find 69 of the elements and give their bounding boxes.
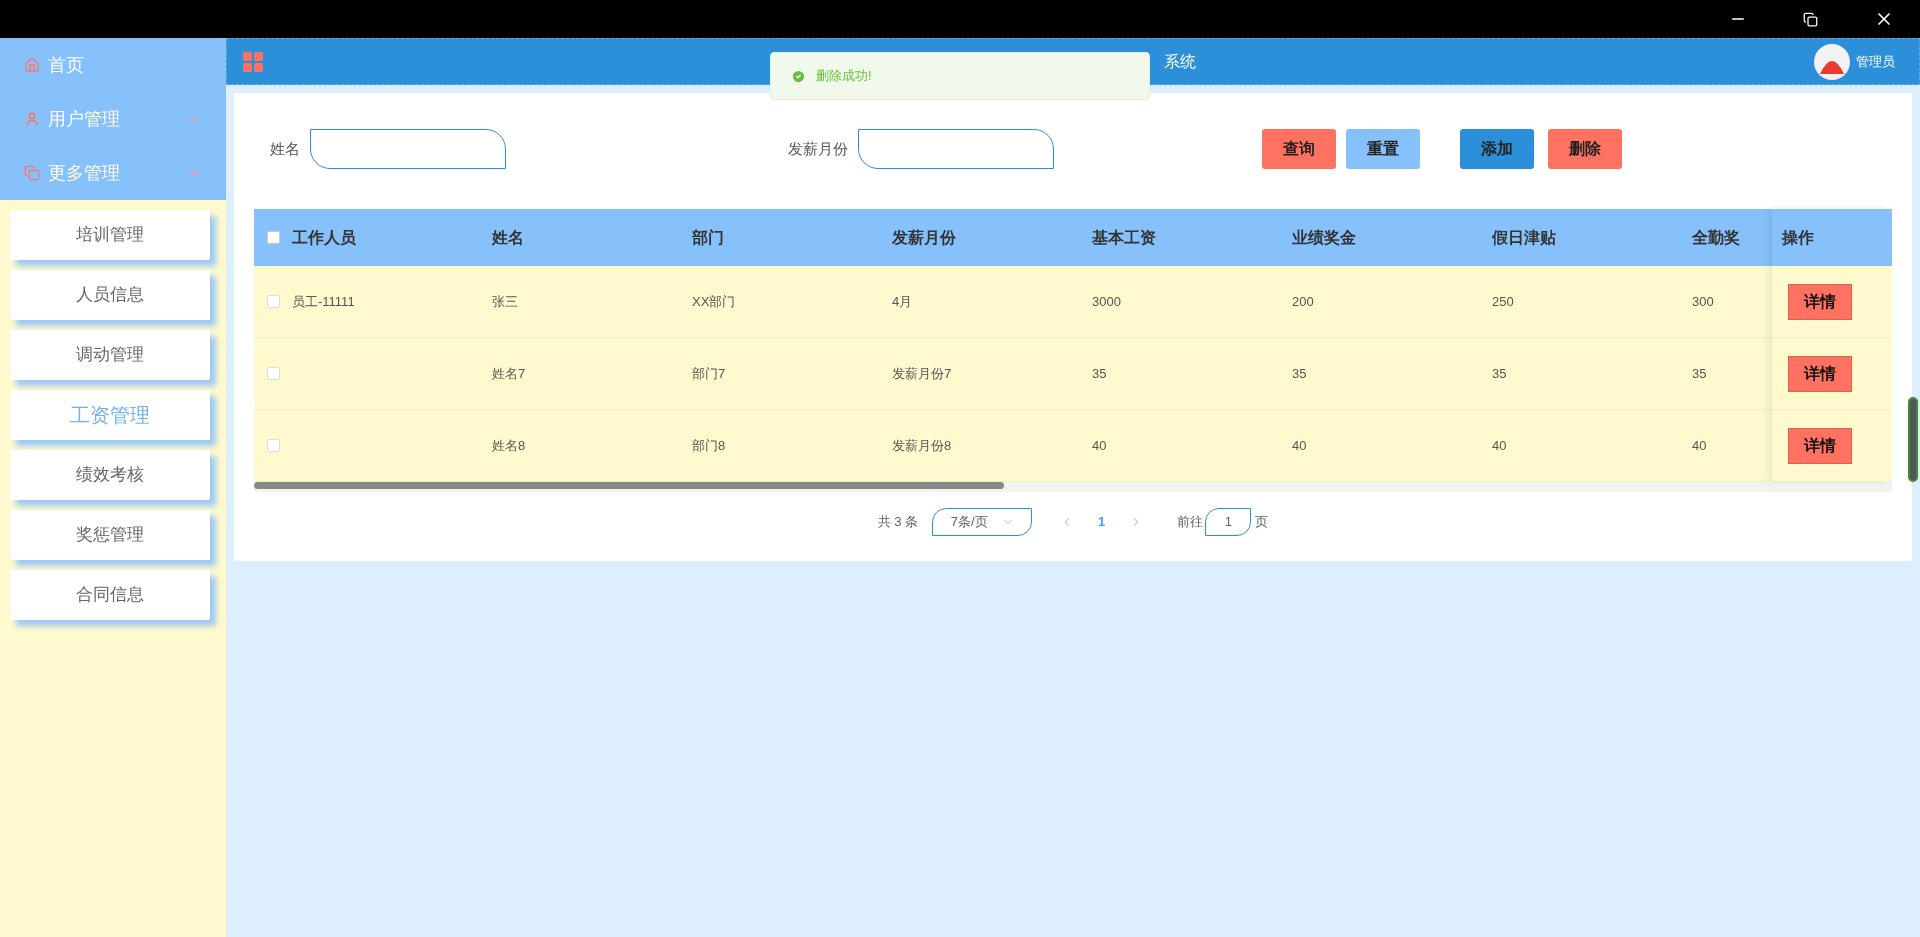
success-icon xyxy=(791,68,806,84)
table-cell: 40 xyxy=(1492,437,1507,453)
column-header: 业绩奖金 xyxy=(1292,228,1356,246)
grid-icon[interactable] xyxy=(241,49,265,74)
table-cell: 250 xyxy=(1492,293,1514,309)
submenu-item[interactable]: 调动管理 xyxy=(10,330,210,380)
table-cell: 35 xyxy=(1492,365,1507,381)
goto-page-field[interactable]: 1 xyxy=(1205,508,1252,536)
detail-button[interactable]: 详情 xyxy=(1788,427,1852,464)
detail-button[interactable]: 详情 xyxy=(1788,283,1852,320)
scrollbar-thumb[interactable] xyxy=(254,482,1004,489)
table-cell: 35 xyxy=(1292,365,1307,381)
checkbox[interactable] xyxy=(266,231,280,244)
app-title: 系统 xyxy=(1163,51,1196,72)
toast-message: 删除成功! xyxy=(816,67,872,86)
checkbox[interactable] xyxy=(266,295,280,308)
table-cell: 部门8 xyxy=(692,437,726,453)
copy-icon xyxy=(24,165,40,181)
field-label: 发薪月份 xyxy=(788,138,848,159)
search-field[interactable] xyxy=(310,129,506,169)
table-cell: 员工-11111 xyxy=(292,293,355,309)
field-label: 姓名 xyxy=(270,138,300,159)
user-name[interactable]: 管理员 xyxy=(1856,51,1895,72)
table-cell: 姓名8 xyxy=(492,437,526,453)
action-button[interactable]: 添加 xyxy=(1460,129,1534,169)
table-cell: 姓名7 xyxy=(492,365,526,381)
column-header: 姓名 xyxy=(492,228,524,246)
table-cell: 40 xyxy=(1292,437,1307,453)
checkbox[interactable] xyxy=(266,439,280,452)
column-header: 发薪月份 xyxy=(892,228,956,246)
column-header: 全勤奖 xyxy=(1692,228,1740,246)
table-cell: 35 xyxy=(1092,365,1107,381)
table-cell: 部门7 xyxy=(692,365,726,381)
table-cell: XX部门 xyxy=(692,293,736,309)
action-button[interactable]: 重置 xyxy=(1346,129,1420,169)
restore-icon[interactable] xyxy=(1803,11,1818,27)
table-cell: 张三 xyxy=(492,293,518,309)
page-suffix: 页 xyxy=(1255,513,1269,532)
table-cell: 200 xyxy=(1292,293,1314,309)
table-cell: 40 xyxy=(1092,437,1107,453)
detail-button[interactable]: 详情 xyxy=(1788,355,1852,392)
total-count: 共 3 条 xyxy=(877,513,919,532)
submenu-item[interactable]: 合同信息 xyxy=(10,570,210,620)
column-header: 基本工资 xyxy=(1092,228,1156,246)
action-button[interactable]: 删除 xyxy=(1548,129,1622,169)
table-cell: 40 xyxy=(1692,437,1707,453)
table-cell: 发薪月份8 xyxy=(892,437,952,453)
home-icon xyxy=(24,57,40,73)
table-cell: 发薪月份7 xyxy=(892,365,952,381)
search-field[interactable] xyxy=(858,129,1054,169)
table-cell: 4月 xyxy=(892,293,913,309)
column-header: 操作 xyxy=(1782,227,1814,248)
column-header: 工作人员 xyxy=(292,228,356,246)
vertical-scrollbar[interactable] xyxy=(1908,397,1918,482)
table-cell: 35 xyxy=(1692,365,1707,381)
checkbox[interactable] xyxy=(266,367,280,380)
submenu-item[interactable]: 人员信息 xyxy=(10,270,210,320)
action-button[interactable]: 查询 xyxy=(1262,129,1336,169)
page-size-select[interactable]: 7条/页 xyxy=(932,508,1033,536)
column-header: 部门 xyxy=(692,228,724,246)
submenu-item[interactable]: 绩效考核 xyxy=(10,450,210,500)
table-cell: 3000 xyxy=(1092,293,1121,309)
goto-label: 前往 xyxy=(1177,513,1204,532)
column-header: 假日津贴 xyxy=(1492,228,1556,246)
user-icon xyxy=(24,111,40,127)
avatar-icon[interactable] xyxy=(1814,43,1850,80)
submenu-item[interactable]: 奖惩管理 xyxy=(10,510,210,560)
table-cell: 300 xyxy=(1692,293,1714,309)
submenu-item[interactable]: 培训管理 xyxy=(10,210,210,260)
